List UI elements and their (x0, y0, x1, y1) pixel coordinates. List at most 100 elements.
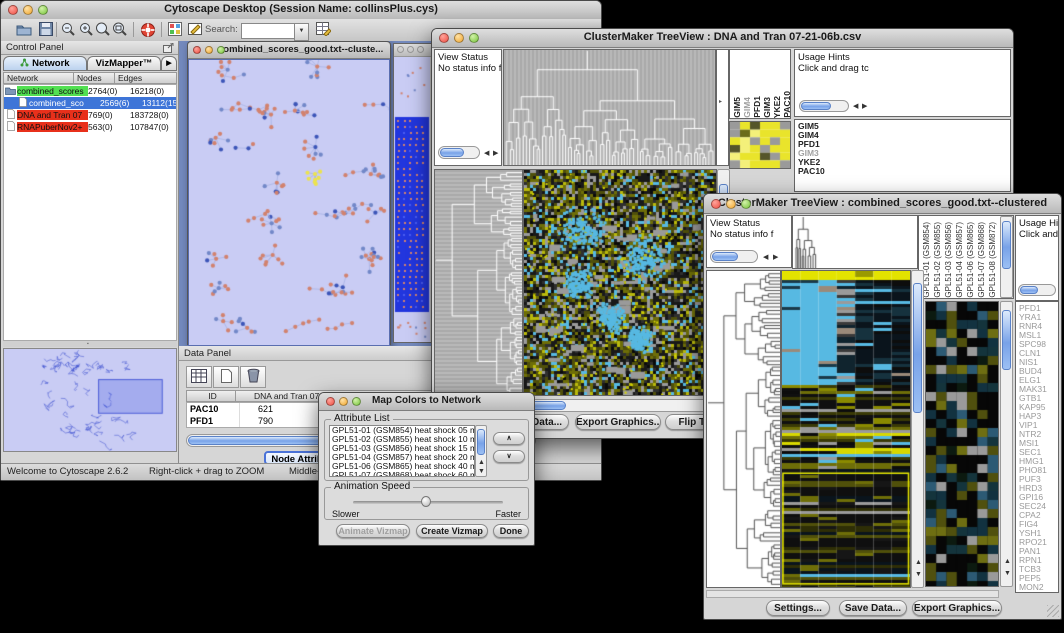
search-input[interactable] (241, 23, 295, 39)
network-list-row[interactable]: combined_sco 2569(6) 13112(15) (4, 97, 176, 109)
settings-button[interactable]: Settings... (766, 600, 830, 616)
column-label[interactable]: PFD1 (752, 96, 762, 118)
main-titlebar[interactable]: Cytoscape Desktop (Session Name: collins… (1, 1, 601, 20)
gene-label[interactable]: GIM3 (798, 149, 1010, 158)
save-session-button[interactable] (37, 22, 55, 38)
attribute-list-scrollbar[interactable]: ▲ ▼ (475, 425, 487, 477)
network-view-titlebar[interactable]: combined_scores_good.txt--cluste... (188, 42, 390, 59)
zoom-window-icon[interactable] (352, 397, 361, 406)
vizmapper-icon[interactable] (166, 22, 184, 38)
view-status-scrollbar[interactable] (710, 250, 758, 263)
open-session-button[interactable] (15, 22, 33, 38)
zoom-window-icon[interactable] (417, 46, 424, 53)
help-lifering-icon[interactable] (139, 22, 157, 38)
close-icon[interactable] (397, 46, 404, 53)
export-graphics-button[interactable]: Export Graphics... (575, 414, 661, 430)
network-overview-panel[interactable] (3, 348, 177, 452)
minimize-icon[interactable] (23, 5, 33, 15)
column-label[interactable]: GIM4 (742, 97, 752, 118)
network-canvas[interactable] (188, 59, 390, 346)
minimize-icon[interactable] (454, 33, 464, 43)
minimize-icon[interactable] (726, 199, 736, 209)
scroll-up-icon[interactable]: ▲ (915, 559, 922, 566)
gene-label[interactable]: PAC10 (798, 167, 1010, 176)
zoom-vscrollbar[interactable]: ▲ ▼ (1000, 301, 1013, 587)
col-labels-vscrollbar[interactable] (1000, 216, 1013, 298)
save-data-button[interactable]: Save Data... (839, 600, 907, 616)
array-column-label[interactable]: GPL51-08 (GSM872) (987, 222, 998, 298)
export-graphics-button[interactable]: Export Graphics... (912, 600, 1002, 616)
tab-overflow-button[interactable]: ▶ (161, 56, 177, 71)
attribute-matrix-button[interactable] (186, 366, 212, 388)
attribute-list-item[interactable]: GPL51-07 (GSM868) heat shock 60 min (330, 471, 474, 477)
annotation-icon[interactable] (186, 22, 204, 38)
tab-network[interactable]: Network (3, 56, 87, 71)
dialog-titlebar[interactable]: Map Colors to Network (319, 393, 534, 411)
array-column-label[interactable]: GPL51-07 (GSM868) (976, 222, 987, 298)
nodes-col-header[interactable]: Nodes (73, 72, 115, 84)
usage-hints-scrollbar[interactable] (799, 100, 849, 112)
search-dropdown-icon[interactable]: ▼ (294, 23, 309, 41)
zoom-fit-icon[interactable] (111, 22, 129, 38)
usage-hints-scrollbar[interactable] (1018, 284, 1056, 296)
treeview2-zoom-heatmap-panel[interactable] (925, 301, 999, 587)
zoom-out-icon[interactable] (59, 22, 77, 38)
column-label[interactable]: PAC10 (782, 91, 791, 118)
close-icon[interactable] (439, 33, 449, 43)
scroll-left-icon[interactable]: ◀ (763, 254, 768, 261)
treeview1-heatmap-panel[interactable] (523, 169, 717, 396)
view-status-scrollbar[interactable] (438, 146, 480, 159)
scroll-up-icon[interactable]: ▲ (1004, 558, 1011, 565)
array-column-label[interactable]: GPL51-04 (GSM857) (954, 222, 965, 298)
speed-slider-thumb[interactable] (421, 496, 431, 507)
close-icon[interactable] (326, 397, 335, 406)
gene-label[interactable]: GIM5 (798, 122, 1010, 131)
network-col-header[interactable]: Network (3, 72, 74, 84)
scroll-down-icon[interactable]: ▼ (915, 571, 922, 578)
new-attribute-button[interactable] (213, 366, 239, 388)
gene-label[interactable]: GIM4 (798, 131, 1010, 140)
scroll-left-icon[interactable]: ◀ (853, 103, 858, 110)
id-col-header[interactable]: ID (186, 390, 236, 402)
column-label[interactable]: YKE2 (772, 96, 782, 118)
gene-label[interactable]: PFD1 (798, 140, 1010, 149)
scroll-up-icon[interactable]: ▲ (478, 459, 485, 466)
bottom-scroll-track[interactable] (706, 590, 999, 598)
create-vizmap-button[interactable]: Create Vizmap (416, 524, 488, 538)
delete-attribute-trash-icon[interactable] (240, 366, 266, 388)
move-up-button[interactable]: ∧ (493, 432, 525, 445)
gene-label[interactable]: MON2 (1019, 583, 1058, 592)
treeview2-heatmap-panel[interactable] (781, 270, 911, 588)
zoom-selected-icon[interactable] (94, 22, 112, 38)
treeview2-column-dendrogram[interactable] (792, 215, 918, 269)
edges-col-header[interactable]: Edges (114, 72, 177, 84)
minimize-icon[interactable] (407, 46, 414, 53)
tab-vizmapper[interactable]: VizMapper™ (87, 56, 161, 71)
scroll-right-icon[interactable]: ▶ (773, 254, 778, 261)
zoom-window-icon[interactable] (38, 5, 48, 15)
gene-label[interactable]: YKE2 (798, 158, 1010, 167)
scroll-left-icon[interactable]: ◀ (484, 150, 489, 157)
treeview1-row-dendrogram[interactable] (434, 169, 523, 396)
minimize-icon[interactable] (339, 397, 348, 406)
close-icon[interactable] (193, 46, 201, 54)
network-list-row[interactable]: combined_scores 2764(0) 16218(0) (4, 85, 176, 97)
column-label[interactable]: GIM3 (762, 97, 772, 118)
treeview1-zoom-heatmap-panel[interactable] (729, 121, 791, 169)
minimize-icon[interactable] (205, 46, 213, 54)
scroll-right-icon[interactable]: ▶ (862, 103, 867, 110)
scroll-down-icon[interactable]: ▼ (1004, 570, 1011, 577)
scroll-right-icon[interactable]: ▶ (493, 150, 498, 157)
column-label[interactable]: GIM5 (732, 97, 742, 118)
treeview2-row-dendrogram[interactable] (706, 270, 781, 588)
animate-vizmap-button[interactable]: Animate Vizmap (336, 524, 410, 538)
scroll-down-icon[interactable]: ▼ (478, 468, 485, 475)
close-icon[interactable] (711, 199, 721, 209)
network-list-row[interactable]: RNAPuberNov2+ 563(0) 107847(0) (4, 121, 176, 133)
resize-grip[interactable] (1047, 605, 1059, 617)
array-column-label[interactable]: GPL51-06 (GSM865) (965, 222, 976, 298)
hidden-window-titlebar[interactable] (394, 44, 432, 57)
network-list-row[interactable]: DNA and Tran 07 769(0) 183728(0) (4, 109, 176, 121)
overview-canvas[interactable] (4, 349, 176, 451)
zoom-window-icon[interactable] (741, 199, 751, 209)
